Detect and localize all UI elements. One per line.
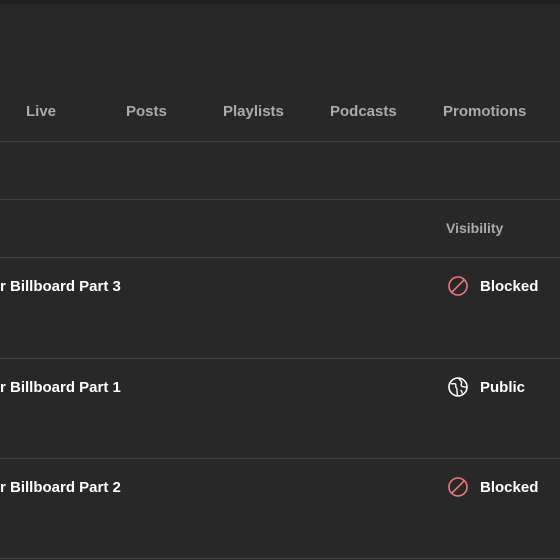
top-bar <box>0 0 560 4</box>
blocked-icon <box>448 276 468 296</box>
visibility-label: Public <box>480 378 526 396</box>
visibility-column-header[interactable]: Visibility <box>446 200 503 256</box>
visibility-cell: Blocked <box>447 476 538 498</box>
tab-live[interactable]: Live <box>26 84 56 140</box>
visibility-label: Blocked <box>480 277 539 295</box>
table-row[interactable]: r Billboard Part 2 Blocked <box>0 459 560 559</box>
tab-posts[interactable]: Posts <box>126 84 167 140</box>
tab-promotions[interactable]: Promotions <box>443 84 526 140</box>
visibility-cell: Public <box>447 376 525 398</box>
video-title[interactable]: r Billboard Part 1 <box>0 379 121 396</box>
table-row[interactable]: r Billboard Part 3 Blocked <box>0 258 560 358</box>
visibility-label: Blocked <box>480 478 539 496</box>
content-tabs: Live Posts Playlists Podcasts Promotions <box>0 84 560 140</box>
table-row[interactable]: r Billboard Part 1 Public <box>0 359 560 459</box>
video-title[interactable]: r Billboard Part 2 <box>0 479 121 496</box>
globe-icon <box>448 377 468 397</box>
visibility-cell: Blocked <box>447 275 538 297</box>
tab-podcasts[interactable]: Podcasts <box>330 84 397 140</box>
tab-playlists[interactable]: Playlists <box>223 84 284 140</box>
video-title[interactable]: r Billboard Part 3 <box>0 278 121 295</box>
tabs-divider <box>0 141 560 142</box>
row-divider <box>0 558 560 559</box>
blocked-icon <box>448 477 468 497</box>
